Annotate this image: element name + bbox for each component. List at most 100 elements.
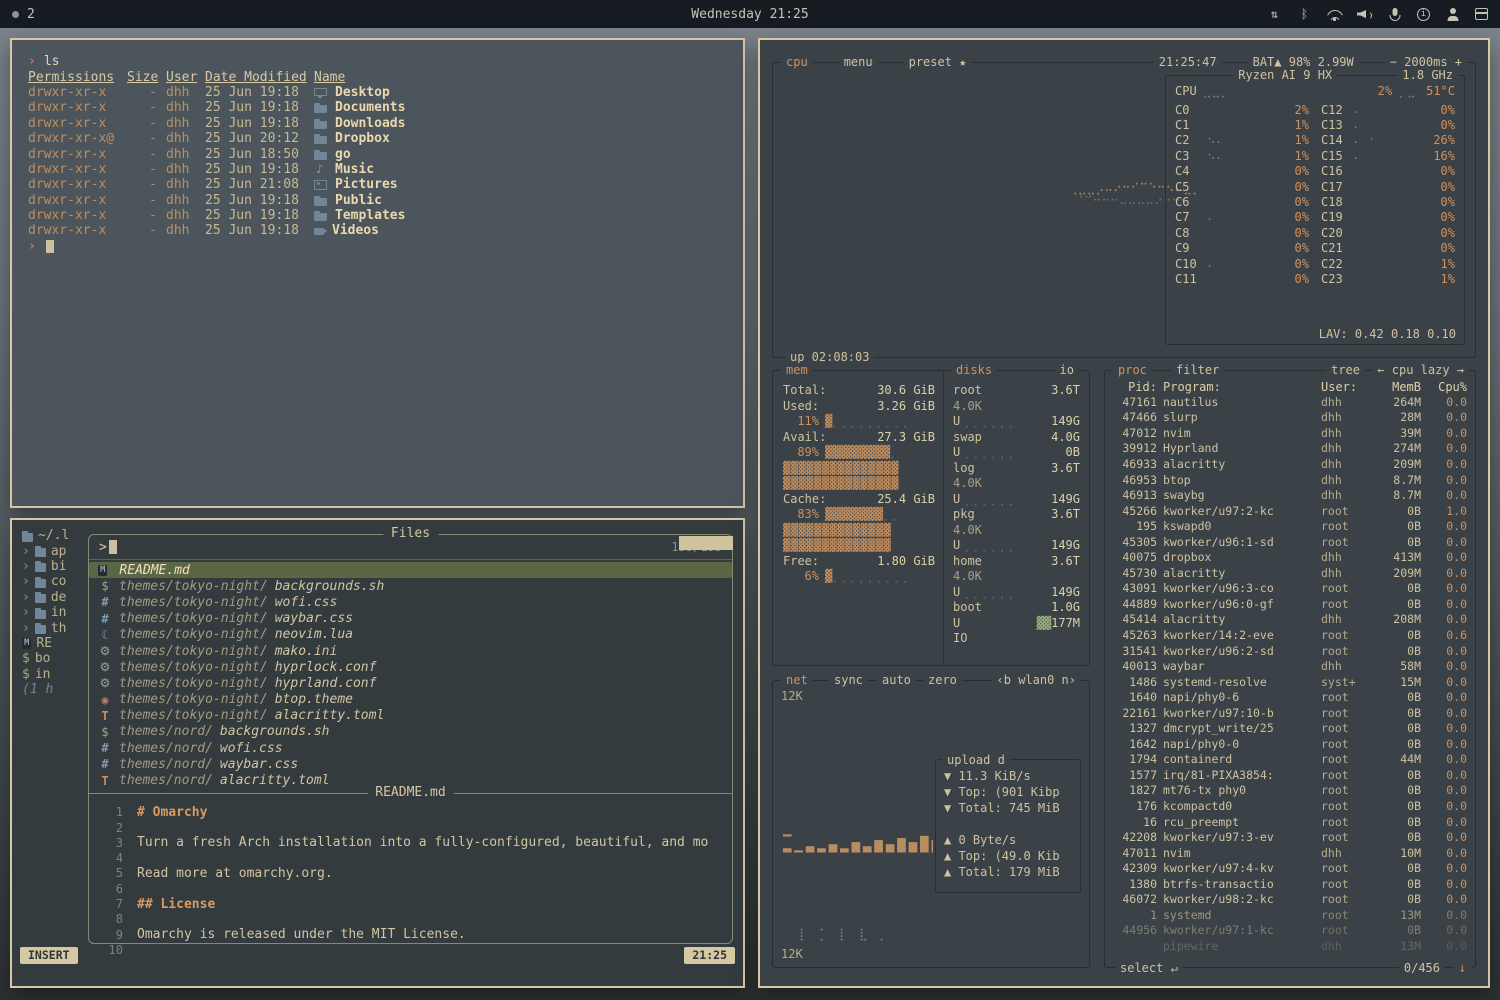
mem-stat: Free:1.80 GiB [783,554,935,570]
user-icon[interactable] [1445,8,1460,21]
process-row[interactable]: 39912Hyprlanddhh274M0.0 [1105,441,1475,457]
net-auto-button[interactable]: auto [877,673,916,687]
mic-icon[interactable] [1387,8,1402,21]
process-row[interactable]: 31541kworker/u96:2-sdroot0B0.0 [1105,643,1475,659]
process-row[interactable]: 47012nvimdhh39M0.0 [1105,425,1475,441]
sidebar-item[interactable]: ›bi [22,559,88,574]
process-row[interactable]: 1486systemd-resolvesyst+15M0.0 [1105,674,1475,690]
process-row[interactable]: 45730alacrittydhh209M0.0 [1105,565,1475,581]
ls-row: drwxr-xr-x-dhh25 Jun 21:08Pictures [28,177,727,192]
chevron-right-icon: › [22,605,30,620]
net-sync-button[interactable]: sync [829,673,868,687]
sidebar-item[interactable]: ›ap [22,543,88,558]
sidebar-item[interactable]: ›th [22,620,88,635]
process-row[interactable]: 46953btopdhh8.7M0.0 [1105,472,1475,488]
proc-filter-button[interactable]: filter [1171,363,1224,377]
process-row[interactable]: 43091kworker/u96:3-coroot0B0.0 [1105,581,1475,597]
sidebar-item[interactable]: ›co [22,574,88,589]
preset-button[interactable]: preset ★ [904,55,972,69]
info-icon[interactable] [1417,8,1430,21]
process-row[interactable]: 195kswapd0root0B0.0 [1105,518,1475,534]
process-row[interactable]: 1794containerdroot44M0.0 [1105,752,1475,768]
process-row[interactable]: 44889kworker/u96:0-gfroot0B0.0 [1105,596,1475,612]
file-result[interactable]: ⚙themes/tokyo-night/hyprlock.conf [89,659,732,675]
net-zero-button[interactable]: zero [923,673,962,687]
system-tray [1267,8,1488,21]
process-row[interactable]: 1327dmcrypt_write/25root0B0.0 [1105,720,1475,736]
sidebar-item[interactable]: ›in [22,605,88,620]
file-result[interactable]: #themes/tokyo-night/wofi.css [89,594,732,610]
mode-badge: INSERT [20,947,78,964]
process-row[interactable]: 45263kworker/14:2-everoot0B0.6 [1105,627,1475,643]
file-result[interactable]: #themes/nord/waybar.css [89,756,732,772]
sidebar-item[interactable]: (1 h [22,682,88,697]
refresh-interval-control[interactable]: − 2000ms + [1385,55,1467,69]
menu-button[interactable]: menu [839,55,878,69]
proc-tree-button[interactable]: tree [1326,363,1365,377]
process-row[interactable]: 1systemdroot13M0.0 [1105,907,1475,923]
process-row[interactable]: 40013waybardhh58M0.0 [1105,658,1475,674]
volume-icon[interactable] [1357,8,1372,21]
process-row[interactable]: 22161kworker/u97:10-broot0B0.0 [1105,705,1475,721]
mem-meter: 6%▓⡀⡀⡀⡀⡀⡀⡀⡀⡀ [783,569,935,585]
process-row[interactable]: pipewiredhh13M0.0 [1105,938,1475,954]
updates-icon[interactable] [1267,8,1282,21]
file-result[interactable]: ⚙themes/tokyo-night/mako.ini [89,643,732,659]
process-row[interactable]: 1640napi/phy0-6root0B0.0 [1105,689,1475,705]
process-row[interactable]: 46933alacrittydhh209M0.0 [1105,456,1475,472]
ls-header-0: Permissions [28,70,118,85]
file-result[interactable]: $themes/nord/backgrounds.sh [89,724,732,740]
sidebar-item[interactable]: ›de [22,590,88,605]
sidebar-item[interactable]: MRE [22,636,88,651]
process-row[interactable]: 1827mt76-tx phy0root0B0.0 [1105,783,1475,799]
process-row[interactable]: 45414alacrittydhh208M0.0 [1105,612,1475,628]
cpu-core-row: C221% [1321,256,1455,271]
file-result[interactable]: ☾themes/tokyo-night/neovim.lua [89,627,732,643]
cpu-box-label: cpu [781,55,813,69]
file-result[interactable]: #themes/nord/wofi.css [89,740,732,756]
process-row[interactable]: 44956kworker/u97:1-kcroot0B0.0 [1105,923,1475,939]
process-row[interactable]: 42208kworker/u97:3-evroot0B0.0 [1105,829,1475,845]
net-interface-selector[interactable]: ‹b wlan0 n› [992,673,1081,687]
process-row[interactable]: 1380btrfs-transactioroot0B0.0 [1105,876,1475,892]
proc-select-button[interactable]: select ↵ [1115,961,1183,975]
proc-sort-selector[interactable]: ← cpu lazy → [1372,363,1469,377]
io-toggle[interactable]: io [1055,363,1079,377]
scroll-down-indicator[interactable]: ↓ [1454,961,1471,975]
net-download-stat: ▼ 11.3 KiB/s [944,768,1072,784]
process-row[interactable]: 46913swaybgdhh8.7M0.0 [1105,487,1475,503]
process-row[interactable]: 46072kworker/u98:2-kcroot0B0.0 [1105,892,1475,908]
cpu-core-row: C13⠄0% [1321,117,1455,132]
file-result[interactable]: Tthemes/tokyo-night/alacritty.toml [89,708,732,724]
file-result[interactable]: ◉themes/tokyo-night/btop.theme [89,692,732,708]
process-row[interactable]: 42309kworker/u97:4-kvroot0B0.0 [1105,860,1475,876]
workspace-indicator[interactable]: 2 [12,7,35,22]
workspace-dot-icon [12,11,19,18]
file-result[interactable]: #themes/tokyo-night/waybar.css [89,611,732,627]
bluetooth-icon[interactable] [1297,8,1312,21]
process-row[interactable]: 47161nautilusdhh264M0.0 [1105,394,1475,410]
terminal-cursor[interactable] [46,240,54,253]
process-row[interactable]: 47466slurpdhh28M0.0 [1105,410,1475,426]
process-row[interactable]: 40075dropboxdhh413M0.0 [1105,549,1475,565]
file-result[interactable]: ⚙themes/tokyo-night/hyprland.conf [89,675,732,691]
process-row[interactable]: 47011nvimdhh10M0.0 [1105,845,1475,861]
sidebar-item[interactable]: $in [22,667,88,682]
process-row[interactable]: 1642napi/phy0-0root0B0.0 [1105,736,1475,752]
sidebar-item[interactable]: $bo [22,651,88,666]
process-row[interactable]: 16rcu_preemptroot0B0.0 [1105,814,1475,830]
process-row[interactable]: 176kcompactd0root0B0.0 [1105,798,1475,814]
process-row[interactable]: 1577irq/81-PIXA3854:root0B0.0 [1105,767,1475,783]
package-icon[interactable] [1475,8,1488,20]
ls-header-1: Size [127,70,157,85]
file-result[interactable]: $themes/tokyo-night/backgrounds.sh [89,578,732,594]
folder-icon [35,610,46,619]
net-upload-stat: ▲ Top: (49.0 Kib [944,848,1072,864]
btop-content: cpu menu preset ★ 21:25:47 BAT▲ 98% 2.99… [760,40,1488,986]
process-row[interactable]: 45305kworker/u96:1-sdroot0B0.0 [1105,534,1475,550]
wifi-icon[interactable] [1327,8,1342,21]
mem-stat: Total:30.6 GiB [783,383,935,399]
sidebar-item[interactable]: ~/.l [22,528,88,543]
file-result[interactable]: MREADME.md [89,562,732,578]
process-row[interactable]: 45266kworker/u97:2-kcroot0B1.0 [1105,503,1475,519]
